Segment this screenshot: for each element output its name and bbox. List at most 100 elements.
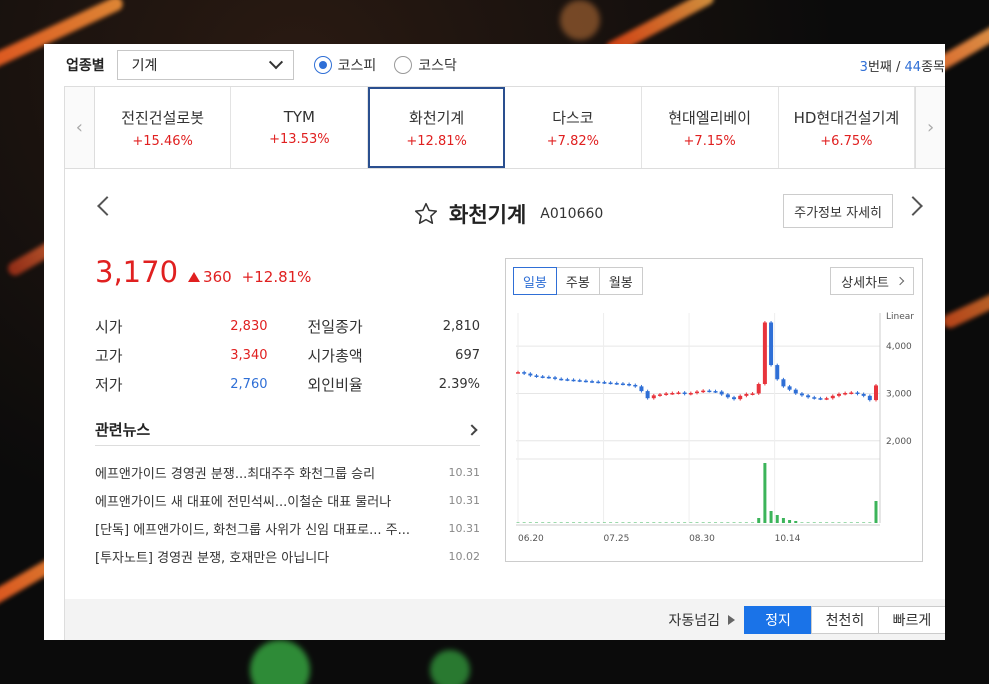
stop-button[interactable]: 정지 (744, 606, 812, 634)
stock-tab[interactable]: 현대엘리베이 +7.15% (642, 87, 779, 168)
candle (867, 395, 872, 401)
volume-bar (874, 501, 878, 523)
x-tick-label: 06.20 (518, 534, 544, 544)
stock-tab[interactable]: 전진건설로봇 +15.46% (95, 87, 232, 168)
candle (781, 379, 786, 387)
candle (534, 375, 539, 377)
stock-title: 화천기계 (449, 203, 527, 227)
candle (849, 392, 854, 395)
news-item[interactable]: 에프앤가이드 경영권 분쟁...최대주주 화천그룹 승리 10.31 (95, 458, 480, 486)
candle (762, 322, 767, 384)
volume-bar (812, 522, 816, 523)
chart-period-tabs: 일봉 주봉 월봉 (513, 267, 643, 295)
volume-bar (757, 518, 761, 523)
slow-button[interactable]: 천천히 (811, 606, 879, 634)
sector-select[interactable]: 기계 (116, 50, 294, 80)
candle (682, 392, 687, 395)
detail-chart-button[interactable]: 상세차트 (830, 267, 914, 295)
page-counter: 3번째 / 44종목 (860, 56, 945, 75)
volume-bar (855, 522, 859, 523)
news-item[interactable]: [단독] 에프앤가이드, 화천그룹 사위가 신임 대표로... 주... 10.3… (95, 514, 480, 542)
volume-bar (781, 518, 785, 523)
stat-label: 저가 (95, 376, 123, 394)
radio-kospi[interactable]: 코스피 (313, 55, 376, 75)
volume-bar (788, 520, 792, 523)
volume-bar (720, 522, 724, 523)
volume-bar (535, 522, 539, 523)
related-news: 관련뉴스 에프앤가이드 경영권 분쟁...최대주주 화천그룹 승리 10.31 에… (95, 414, 480, 570)
stat-value: 2,830 (230, 319, 268, 334)
price-chart-box: 일봉 주봉 월봉 상세차트 4,000 3,000 2,000 06.20 07.25 0… (505, 258, 923, 562)
news-date: 10.31 (448, 521, 481, 535)
x-tick-label: 07.25 (604, 534, 630, 544)
volume-bar (837, 522, 841, 523)
stock-tab[interactable]: 다스코 +7.82% (505, 87, 642, 168)
detail-chart-label: 상세차트 (841, 275, 889, 291)
prev-stock-arrow-icon[interactable] (97, 196, 117, 216)
stock-title-row: 화천기계 A010660 (413, 199, 603, 229)
volume-bar (695, 522, 699, 523)
volume-bar (732, 522, 736, 523)
stock-tab[interactable]: HD현대건설기계 +6.75% (779, 87, 916, 168)
news-headline[interactable]: 에프앤가이드 새 대표에 전민석씨...이철순 대표 물러나 (95, 491, 391, 510)
candle (664, 393, 669, 395)
stock-tab-name: 현대엘리베이 (668, 108, 752, 127)
volume-bar (701, 522, 705, 523)
volume-bar (578, 522, 582, 523)
news-headline[interactable]: 에프앤가이드 경영권 분쟁...최대주주 화천그룹 승리 (95, 463, 375, 482)
chart-tab-monthly[interactable]: 월봉 (598, 267, 643, 295)
candlestick-chart[interactable]: 4,000 3,000 2,000 06.20 07.25 08.30 10.14 Line… (506, 305, 924, 561)
page-total: 44 (904, 59, 922, 75)
tabs-next-button[interactable]: › (915, 87, 945, 168)
fast-button[interactable]: 빠르게 (878, 606, 945, 634)
volume-bar (670, 522, 674, 523)
volume-bar (862, 522, 866, 523)
news-headline[interactable]: [단독] 에프앤가이드, 화천그룹 사위가 신임 대표로... 주... (95, 519, 410, 538)
chart-tab-daily[interactable]: 일봉 (513, 267, 557, 295)
news-item[interactable]: 에프앤가이드 새 대표에 전민석씨...이철순 대표 물러나 10.31 (95, 486, 480, 514)
stock-info-detail-button[interactable]: 주가정보 자세히 (783, 194, 893, 228)
stock-tab-change: +7.15% (683, 133, 736, 149)
candle (843, 392, 848, 395)
market-radio-group: 코스피 코스닥 (313, 55, 457, 75)
news-headline[interactable]: [투자노트] 경영권 분쟁, 호재만은 아닙니다 (95, 547, 329, 566)
stock-tab-name: 전진건설로봇 (121, 108, 205, 127)
price-diff: 360 (188, 268, 232, 286)
candle (639, 386, 644, 392)
volume-bar (633, 522, 637, 523)
news-item[interactable]: [투자노트] 경영권 분쟁, 호재만은 아닙니다 10.02 (95, 542, 480, 570)
volume-bar (763, 463, 767, 523)
stat-label: 고가 (95, 347, 123, 365)
price-diff-value: 360 (203, 268, 232, 286)
candle (688, 392, 693, 395)
sector-select-value: 기계 (131, 58, 158, 74)
y-tick-label: 2,000 (886, 437, 912, 447)
next-stock-arrow-icon[interactable] (903, 196, 923, 216)
candle (528, 373, 533, 376)
tabs-prev-button[interactable]: ‹ (65, 87, 95, 168)
stock-tab-change: +12.81% (406, 133, 467, 149)
volume-bar (627, 522, 631, 523)
volume-bar (615, 522, 619, 523)
volume-bar (676, 522, 680, 523)
chevron-right-icon (895, 276, 905, 286)
stock-ticker-panel: 업종별 기계 코스피 코스닥 3번째 / 44종목 ‹ 전진건설로봇 +15.4… (44, 44, 945, 640)
news-header[interactable]: 관련뉴스 (95, 414, 480, 446)
radio-kosdaq[interactable]: 코스닥 (394, 55, 457, 75)
sector-filter-label: 업종별 (66, 58, 105, 74)
page-total-suffix: 종목 (921, 59, 945, 75)
candle (775, 365, 780, 380)
stock-stats: 시가 2,830 전일종가 2,810 고가 3,340 시가총액 697 저가 2,76… (95, 312, 480, 399)
volume-bar (609, 522, 613, 523)
volume-bar (621, 522, 625, 523)
candle (516, 372, 520, 374)
candle (719, 391, 724, 395)
candle (583, 380, 588, 383)
stock-tab[interactable]: TYM +13.53% (231, 87, 369, 168)
chart-tab-weekly[interactable]: 주봉 (555, 267, 600, 295)
chevron-right-icon[interactable] (466, 423, 478, 436)
stat-label: 시가총액 (307, 347, 363, 365)
star-icon[interactable] (413, 201, 439, 227)
play-icon (728, 615, 735, 625)
stock-tab-active[interactable]: 화천기계 +12.81% (368, 87, 506, 168)
